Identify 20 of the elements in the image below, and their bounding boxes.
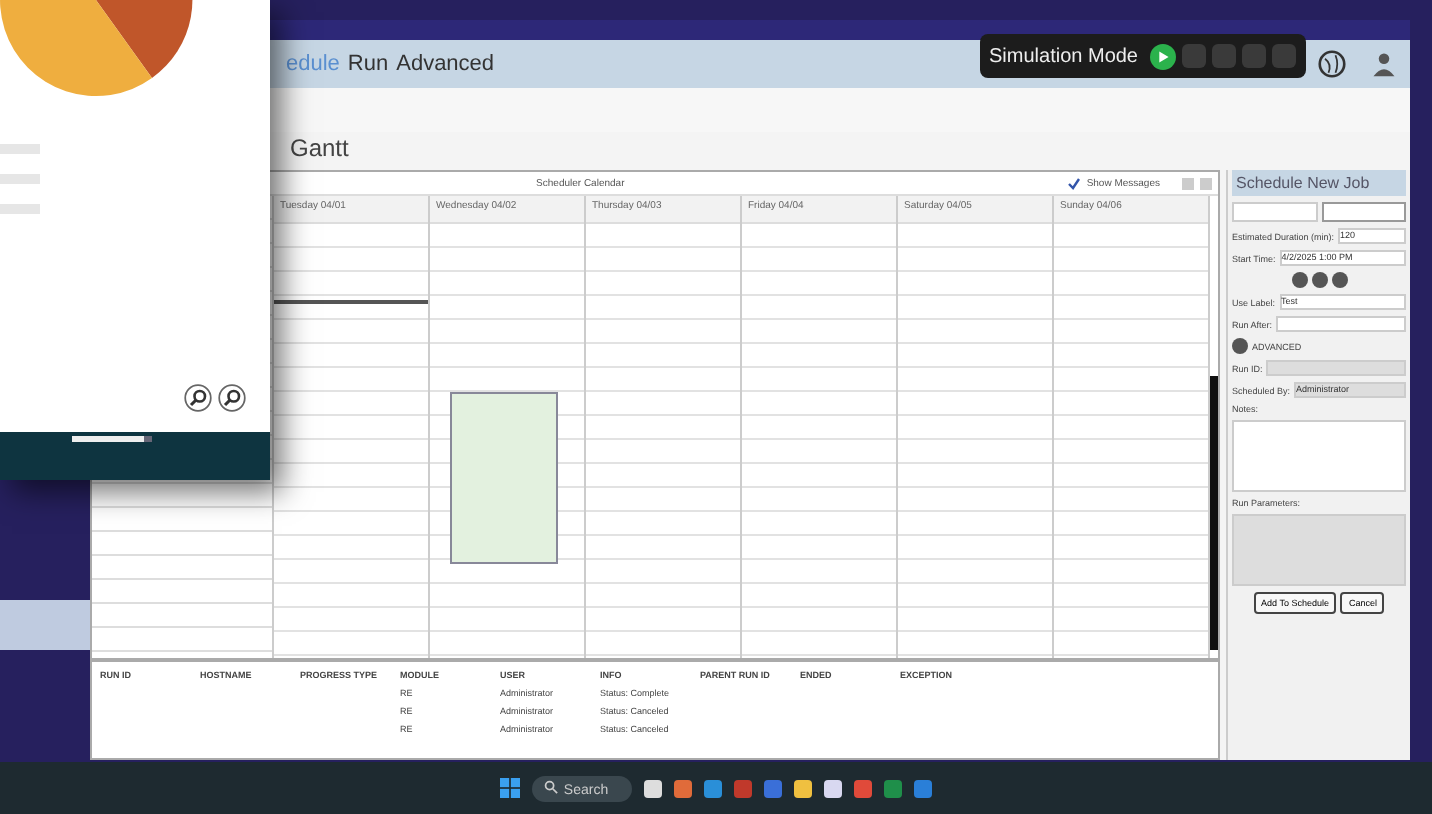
panel-title: Schedule New Job xyxy=(1232,170,1406,196)
play-button[interactable] xyxy=(1150,43,1176,69)
zoom-out-icon[interactable] xyxy=(218,384,246,412)
zoom-in-icon[interactable] xyxy=(184,384,212,412)
show-messages-checkbox[interactable] xyxy=(1068,177,1081,189)
parameters-field[interactable] xyxy=(1232,514,1406,586)
menu-tab[interactable]: Run xyxy=(347,52,389,76)
expand-button[interactable] xyxy=(1232,338,1248,354)
slider[interactable] xyxy=(72,436,144,442)
windows-icon[interactable] xyxy=(499,778,520,798)
user-icon[interactable] xyxy=(1370,50,1398,78)
search-icon xyxy=(543,779,558,793)
simulation-label: Simulation Mode xyxy=(989,45,1138,67)
notes-field[interactable] xyxy=(1232,420,1406,492)
small-button[interactable] xyxy=(1321,202,1406,222)
desktop-panel xyxy=(0,600,90,650)
scheduled-job-block[interactable] xyxy=(450,392,558,564)
menu-tab[interactable]: Advanced xyxy=(396,52,495,76)
scrollbar[interactable] xyxy=(1210,376,1218,650)
view-title: Gantt xyxy=(288,132,351,166)
